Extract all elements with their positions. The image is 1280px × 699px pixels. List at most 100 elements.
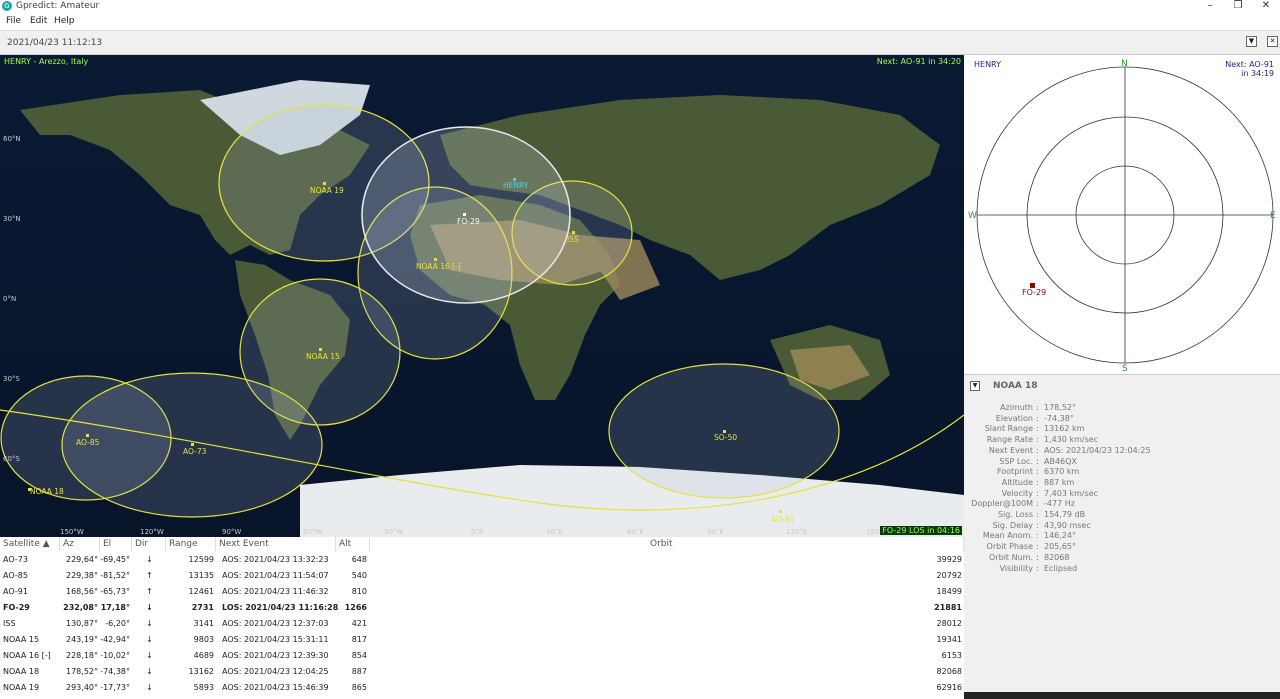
detail-key: Next Event [988,445,1033,455]
col-header-dir[interactable]: Dir [132,537,166,551]
detail-separator: : [1036,456,1039,466]
cell-orbit: 18499 [936,587,962,596]
table-row[interactable]: NOAA 15 243,19° -42,94° ↓ 9803 AOS: 2021/04/2… [0,632,964,648]
detail-value: AB46QX [1044,456,1077,466]
cell-orbit: 62916 [936,683,962,692]
taskbar-strip [964,692,1280,699]
cell-range: 12461 [188,587,214,596]
detail-key: Sig. Loss [997,510,1033,519]
cell-range: 13162 [188,667,214,676]
menu-file[interactable]: File [6,16,21,26]
detail-row: Orbit Phase:205,65° [964,542,1280,553]
detail-row: Elevation: -74,38° [964,414,1280,425]
cell-satellite: AO-85 [3,571,28,580]
polar-qth-label: HENRY [974,60,1001,69]
cell-el: -65,73° [100,587,130,596]
sort-ascending-icon: ▲ [42,539,50,549]
cell-el: -69,45° [100,555,130,564]
detail-row: Velocity:7,403 km/sec [964,489,1280,500]
table-row[interactable]: FO-29 232,08° 17,18° ↓ 2731 LOS: 2021/04/23 1… [0,600,964,616]
table-row[interactable]: AO-73 229,64° -69,45° ↓ 12599 AOS: 2021/04/23… [0,552,964,568]
col-header-next-event[interactable]: Next Event [216,537,336,551]
detail-row: Altitude:887 km [964,478,1280,489]
satellite-label: AO-85 [76,438,100,447]
cell-alt: 854 [351,651,367,660]
detail-separator: : [1036,531,1039,541]
detail-key: Sig. Delay [992,520,1033,530]
map-qth-label: HENRY - Arezzo, Italy [4,57,89,66]
cell-dir: ↓ [146,603,153,612]
lon-label: 30°W [384,528,403,536]
maximize-button[interactable]: ❐ [1223,0,1253,13]
detail-row: Next Event: AOS: 2021/04/23 12:04:25 [964,446,1280,457]
module-options-button[interactable]: ▼ [1246,36,1257,47]
col-header-alt[interactable]: Alt [336,537,370,551]
table-row[interactable]: NOAA 19 293,40° -17,73° ↓ 5893 AOS: 2021/04/2… [0,680,964,696]
detail-value: 887 km [1044,477,1075,487]
cell-dir: ↓ [146,651,153,660]
col-header-az[interactable]: Az [60,537,100,551]
detail-row: Slant Range:13162 km [964,424,1280,435]
lat-label: 0°N [3,295,16,303]
detail-key: Azimuth [1000,403,1033,412]
detail-key: Doppler@100M [971,499,1033,509]
cell-next-event: AOS: 2021/04/23 12:04:25 [222,667,329,676]
minimize-button[interactable]: – [1195,0,1225,13]
table-row[interactable]: NOAA 16 [-] 228,18° -10,02° ↓ 4689 AOS: 2021/… [0,648,964,664]
menu-edit[interactable]: Edit [30,16,47,26]
table-row[interactable]: NOAA 18 178,52° -74,38° ↓ 13162 AOS: 2021/04/… [0,664,964,680]
cell-satellite: NOAA 16 [-] [3,651,51,660]
cell-satellite: AO-91 [3,587,28,596]
world-map-view[interactable]: 60°N 30°N 0°N 30°S 60°S 150°W 120°W 90°W… [0,55,964,537]
col-header-range[interactable]: Range [166,537,216,551]
cell-satellite: ISS [3,619,16,628]
cell-alt: 887 [351,667,367,676]
lat-label: 60°S [3,455,20,463]
table-row[interactable]: ISS 130,87° -6,20° ↓ 3141 AOS: 2021/04/23 12:… [0,616,964,632]
detail-separator: : [1036,563,1039,573]
satellite-label: ISS [567,235,579,244]
cell-az: 229,38° [66,571,98,580]
detail-value: -477 Hz [1044,499,1075,509]
detail-key: Elevation [995,413,1033,423]
detail-key: Orbit Num. [989,552,1033,562]
col-header-orbit[interactable]: Orbit [370,537,964,551]
detail-value: 146,24° [1044,531,1076,541]
table-row[interactable]: AO-91 168,56° -65,73° ↑ 12461 AOS: 2021/04/23… [0,584,964,600]
lon-label: 120°W [140,528,164,536]
satellite-marker-iss [572,231,575,234]
cell-el: -81,52° [100,571,130,580]
detail-value: 1,430 km/sec [1044,435,1099,445]
col-header-el[interactable]: El [100,537,132,551]
close-button[interactable]: ✕ [1251,0,1280,13]
cell-next-event: AOS: 2021/04/23 13:32:23 [222,555,329,564]
detail-value: 205,65° [1044,542,1076,552]
detail-value: -74,38° [1044,413,1074,423]
detail-separator: : [1036,542,1039,552]
cell-dir: ↓ [146,619,153,628]
lon-label: 120°E [786,528,807,536]
module-close-button[interactable]: ✕ [1267,36,1278,47]
detail-separator: : [1036,467,1039,477]
cell-satellite: AO-73 [3,555,28,564]
lon-label: 60°W [303,528,322,536]
lon-label: 30°E [546,528,563,536]
cell-alt: 421 [351,619,367,628]
cell-az: 178,52° [66,667,98,676]
detail-separator: : [1036,424,1039,434]
cell-satellite: NOAA 15 [3,635,40,644]
satellite-label: NOAA 18 [30,487,64,496]
detail-row: Azimuth:178,52° [964,403,1280,414]
details-menu-button[interactable]: ▼ [970,381,980,391]
detail-row: Sig. Delay:43,90 msec [964,521,1280,532]
lat-label: 30°N [3,215,21,223]
col-header-satellite[interactable]: Satellite ▲ [0,537,60,551]
menu-help[interactable]: Help [54,16,75,26]
polar-view[interactable]: HENRY Next: AO-91 in 34:19 N S E W FO-29 [964,55,1280,374]
table-row[interactable]: AO-85 229,38° -81,52° ↑ 13135 AOS: 2021/04/23… [0,568,964,584]
cell-orbit: 28012 [936,619,962,628]
detail-separator: : [1036,413,1039,423]
cell-el: -6,20° [105,619,130,628]
detail-separator: : [1036,552,1039,562]
detail-value: 178,52° [1044,403,1076,412]
